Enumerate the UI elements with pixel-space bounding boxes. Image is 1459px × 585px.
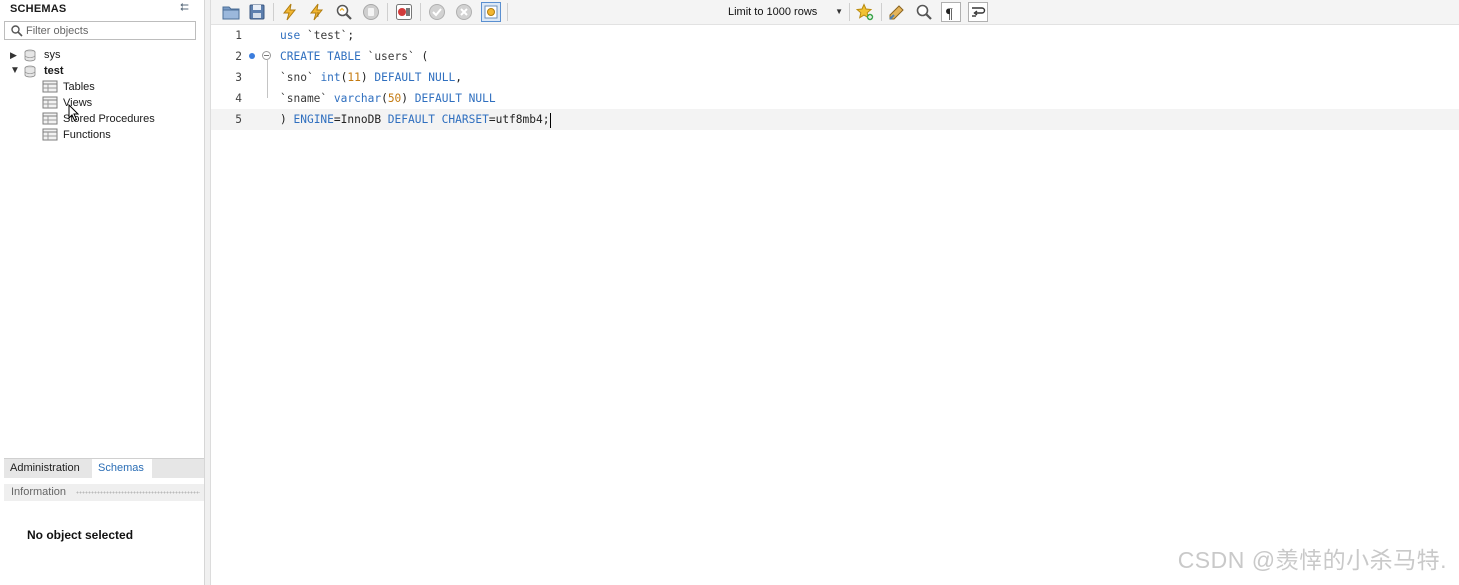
fold-toggle-icon[interactable] xyxy=(262,51,271,60)
search-icon xyxy=(11,25,23,37)
toolbar-separator xyxy=(849,3,850,21)
tree-item-stored-procedures[interactable]: Stored Procedures xyxy=(0,111,200,127)
information-panel-header[interactable]: Information xyxy=(4,484,204,501)
code-text: use `test`; xyxy=(280,29,355,42)
code-line[interactable]: 4 `sname` varchar(50) DEFAULT NULL xyxy=(211,88,1459,109)
tab-schemas[interactable]: Schemas xyxy=(92,459,152,478)
tree-item-label: Tables xyxy=(63,81,95,93)
svg-text:¶: ¶ xyxy=(946,6,953,21)
code-line-current[interactable]: 5 ) ENGINE=InnoDB DEFAULT CHARSET=utf8mb… xyxy=(211,109,1459,130)
tree-item-sys[interactable]: ▶ sys xyxy=(0,47,200,63)
panel-grip xyxy=(76,491,200,494)
toolbar-separator xyxy=(881,3,882,21)
sql-editor[interactable]: 1 use `test`; 2 CREATE TABLE `users` ( 3… xyxy=(211,25,1459,585)
find-icon[interactable] xyxy=(914,2,934,22)
tree-item-views[interactable]: Views xyxy=(0,95,200,111)
database-icon xyxy=(24,65,36,78)
sql-editor-toolbar: I Limit to 1000 rows ▼ ¶ xyxy=(211,0,1459,25)
execute-statement-icon[interactable]: I xyxy=(307,2,327,22)
commit-icon[interactable] xyxy=(427,2,447,22)
text-caret xyxy=(550,112,552,128)
toggle-stop-on-error-icon[interactable] xyxy=(394,2,414,22)
mouse-pointer-icon xyxy=(68,104,80,122)
code-text: CREATE TABLE `users` ( xyxy=(280,50,429,63)
execute-icon[interactable] xyxy=(280,2,300,22)
tree-item-label: sys xyxy=(44,49,61,61)
spacer30 xyxy=(646,2,666,22)
watermark: CSDN @羡悻的小杀马特. xyxy=(1177,547,1447,573)
tab-administration[interactable]: Administration xyxy=(4,459,92,478)
beautify-icon[interactable] xyxy=(887,2,907,22)
line-number: 3 xyxy=(235,71,242,84)
line-number: 1 xyxy=(235,29,242,42)
code-line[interactable]: 2 CREATE TABLE `users` ( xyxy=(211,46,1459,67)
toolbar-separator xyxy=(273,3,274,21)
code-text: ) ENGINE=InnoDB DEFAULT CHARSET=utf8mb4; xyxy=(280,112,552,128)
svg-text:I: I xyxy=(317,12,319,19)
code-text: `sname` varchar(50) DEFAULT NULL xyxy=(280,92,496,105)
filter-objects-input[interactable] xyxy=(26,23,192,38)
toolbar-separator xyxy=(420,3,421,21)
tree-item-label: Functions xyxy=(63,129,111,141)
information-panel xyxy=(4,504,204,585)
code-text: `sno` int(11) DEFAULT NULL, xyxy=(280,71,462,84)
limit-rows-value: Limit to 1000 rows xyxy=(728,6,818,18)
limit-rows-select[interactable]: Limit to 1000 rows ▼ xyxy=(721,2,847,22)
tree-item-functions[interactable]: Functions xyxy=(0,127,200,143)
schemas-sidebar: SCHEMAS ⮄ ▶ sys ▼ test xyxy=(0,0,205,585)
tree-item-label: test xyxy=(44,65,64,77)
collapse-arrow-icon[interactable]: ▼ xyxy=(10,63,20,79)
save-icon[interactable] xyxy=(247,2,267,22)
explain-icon[interactable] xyxy=(334,2,354,22)
filter-box xyxy=(4,21,196,40)
tree-item-tables[interactable]: Tables xyxy=(0,79,200,95)
stop-icon[interactable] xyxy=(361,2,381,22)
chevron-down-icon: ▼ xyxy=(835,7,843,16)
folder-table-icon xyxy=(42,80,58,93)
open-folder-icon[interactable] xyxy=(221,2,241,22)
expand-arrow-icon[interactable]: ▶ xyxy=(10,47,20,63)
line-number: 2 xyxy=(235,50,242,63)
toolbar-separator xyxy=(507,3,508,21)
folder-procedure-icon xyxy=(42,112,58,125)
toolbar-separator xyxy=(387,3,388,21)
information-label: Information xyxy=(11,486,67,498)
sidebar-tabbar: Administration Schemas xyxy=(4,458,204,478)
schemas-header: SCHEMAS xyxy=(10,3,67,15)
add-snippet-icon[interactable] xyxy=(855,2,875,22)
line-number: 5 xyxy=(235,113,242,126)
invisible-chars-icon[interactable]: ¶ xyxy=(941,2,961,22)
folder-view-icon xyxy=(42,96,58,109)
autocommit-icon[interactable] xyxy=(481,2,501,22)
line-number: 4 xyxy=(235,92,242,105)
no-object-selected-text: No object selected xyxy=(27,528,134,542)
statement-marker-icon xyxy=(249,53,255,59)
code-line[interactable]: 3 `sno` int(11) DEFAULT NULL, xyxy=(211,67,1459,88)
wrap-lines-icon[interactable] xyxy=(968,2,988,22)
rollback-icon[interactable] xyxy=(454,2,474,22)
tree-item-test[interactable]: ▼ test xyxy=(0,63,200,79)
database-icon xyxy=(24,49,36,62)
code-line[interactable]: 1 use `test`; xyxy=(211,25,1459,46)
refresh-schemas-icon[interactable]: ⮄ xyxy=(180,2,189,15)
folder-function-icon xyxy=(42,128,58,141)
